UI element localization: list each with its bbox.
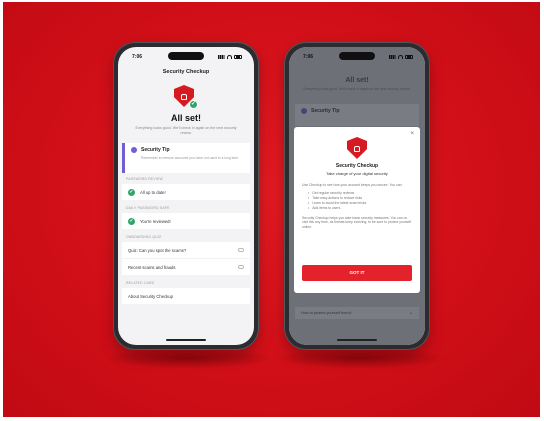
- status-heading: All set!: [170, 113, 201, 123]
- background-list-item: How to protect yourself from it ⌄: [295, 307, 419, 319]
- phone-right: 7:06 All set! Everything looks good. We'…: [284, 42, 430, 350]
- list-item-label: How to protect yourself from it: [301, 311, 352, 315]
- dynamic-island: [168, 52, 204, 60]
- status-time: 7:06: [132, 53, 143, 60]
- battery-icon: [234, 54, 242, 59]
- list-item-label: Recent scams and frauds: [128, 264, 176, 270]
- list-item-label: About Security Checkup: [128, 293, 173, 299]
- check-icon: ✓: [128, 188, 135, 196]
- tip-text: Remember to remove accounts you have not…: [141, 156, 240, 160]
- chevron-icon: [238, 248, 244, 252]
- tip-icon: [131, 147, 137, 153]
- tip-icon: [301, 108, 307, 114]
- list-item-quiz[interactable]: Quiz: Can you spot the scams?: [122, 242, 250, 258]
- security-tip-card[interactable]: Security Tip Remember to remove accounts…: [122, 143, 250, 173]
- list-item-about[interactable]: About Security Checkup: [122, 288, 250, 304]
- shield-icon: [347, 137, 367, 159]
- status-icons: [218, 54, 242, 59]
- section-label-quiz: ONBOARDING QUIZ: [126, 235, 162, 239]
- phone-left-screen: 7:06 Security Checkup ✓ All set! Everyth…: [118, 47, 254, 345]
- close-icon[interactable]: ×: [410, 131, 414, 137]
- list-item-label: All up to date!: [140, 189, 166, 195]
- list-item-label: You're reviewed!: [140, 218, 171, 224]
- status-time: 7:06: [303, 53, 314, 60]
- wifi-icon: [227, 54, 232, 59]
- shield-check-icon: ✓: [174, 85, 198, 111]
- security-checkup-modal: × Security Checkup Take charge of your d…: [294, 127, 420, 293]
- signal-icon: [389, 54, 396, 59]
- page-title: Security Checkup: [162, 69, 210, 75]
- modal-note: Security Checkup helps you take basic se…: [302, 215, 412, 229]
- list-item-password-review[interactable]: ✓ All up to date!: [122, 184, 250, 200]
- signal-icon: [218, 54, 225, 59]
- check-icon: ✓: [128, 217, 135, 225]
- status-subtext: Everything looks good. We'll check in ag…: [135, 126, 237, 135]
- section-label-password-review: PASSWORD REVIEW: [126, 177, 163, 181]
- modal-body: Use Checkup to see how your account keep…: [302, 183, 403, 187]
- list-item-label: Quiz: Can you spot the scams?: [128, 247, 187, 253]
- wifi-icon: [398, 54, 403, 59]
- home-indicator[interactable]: [166, 339, 206, 341]
- promo-banner: [3, 2, 540, 417]
- phone-left: 7:06 Security Checkup ✓ All set! Everyth…: [113, 42, 259, 350]
- section-label-password-safe: DAILY PASSWORD SAFE: [126, 206, 170, 210]
- phone-shadow-right: [275, 347, 445, 369]
- background-tip-card: Security Tip: [295, 104, 419, 126]
- section-label-related: RELATED CARD: [126, 281, 155, 285]
- chevron-icon: [238, 265, 244, 269]
- modal-subtitle: Take charge of your digital security: [326, 171, 388, 176]
- check-badge-icon: ✓: [189, 100, 198, 109]
- list-item-password-safe[interactable]: ✓ You're reviewed!: [122, 213, 250, 229]
- modal-title: Security Checkup: [335, 163, 379, 169]
- battery-icon: [405, 54, 413, 59]
- chevron-down-icon: ⌄: [408, 310, 413, 316]
- dynamic-island: [339, 52, 375, 60]
- background-heading: All set!: [345, 77, 369, 84]
- phone-shadow-left: [103, 347, 273, 369]
- background-subtext: Everything looks good. We'll check in ag…: [303, 87, 411, 91]
- tip-title: Security Tip: [311, 108, 340, 114]
- home-indicator[interactable]: [337, 339, 377, 341]
- tip-title: Security Tip: [141, 147, 170, 153]
- modal-bullet-list: Get regular security reviews Take easy a…: [302, 191, 412, 211]
- list-item: Add items to users: [308, 206, 412, 211]
- got-it-button[interactable]: GOT IT: [302, 265, 412, 281]
- status-icons: [389, 54, 413, 59]
- list-item-scams[interactable]: Recent scams and frauds: [122, 259, 250, 275]
- phone-right-screen: 7:06 All set! Everything looks good. We'…: [289, 47, 425, 345]
